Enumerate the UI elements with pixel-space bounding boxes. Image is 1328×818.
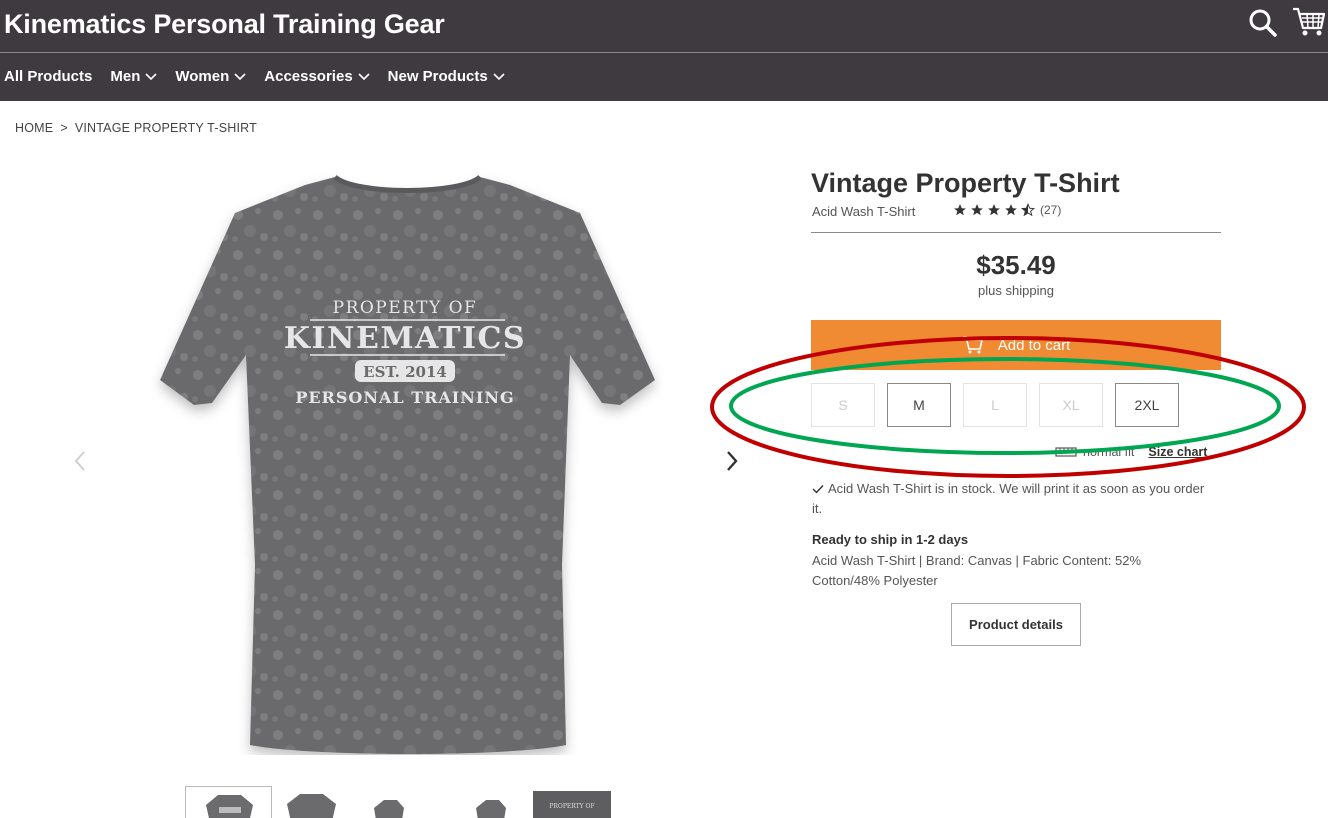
nav-item-label: New Products xyxy=(387,68,488,85)
rating-stars[interactable]: (27) xyxy=(952,203,1061,217)
checkmark-icon xyxy=(812,485,824,494)
stock-message-text: Acid Wash T-Shirt is in stock. We will p… xyxy=(812,481,1205,516)
star-icon xyxy=(954,204,966,216)
main-nav: All Products Men Women Accessories New P… xyxy=(4,68,523,85)
nav-item-label: Men xyxy=(110,68,141,85)
title-divider xyxy=(811,232,1221,233)
nav-item-women[interactable]: Women xyxy=(175,68,246,85)
nav-item-label: All Products xyxy=(4,68,93,85)
thumbnail-strip: PROPERTY OF xyxy=(185,786,620,818)
header-divider xyxy=(0,52,1328,53)
chevron-down-icon xyxy=(234,72,246,80)
breadcrumb-current: VINTAGE PROPERTY T-SHIRT xyxy=(74,121,257,135)
breadcrumb-home[interactable]: HOME xyxy=(15,121,53,135)
size-option-m[interactable]: M xyxy=(887,383,951,427)
star-icon xyxy=(1005,204,1017,216)
star-icon xyxy=(988,204,1000,216)
star-half-icon xyxy=(1020,203,1036,217)
thumbnail-front[interactable] xyxy=(185,786,272,818)
size-selector: S M L XL 2XL xyxy=(811,383,1191,427)
cart-icon xyxy=(962,336,983,354)
size-option-s[interactable]: S xyxy=(811,383,875,427)
shirt-graphic-line4: PERSONAL TRAINING xyxy=(295,388,514,407)
nav-item-men[interactable]: Men xyxy=(110,68,157,85)
product-description: Acid Wash T-Shirt | Brand: Canvas | Fabr… xyxy=(812,553,1142,588)
fit-info: normal fit Size chart xyxy=(1055,445,1207,459)
gallery-prev-arrow-icon[interactable] xyxy=(70,448,90,474)
shirt-graphic-line3: EST. 2014 xyxy=(363,363,447,381)
fit-label: normal fit xyxy=(1083,445,1135,459)
product-price: $35.49 xyxy=(976,250,1056,280)
cart-icon[interactable] xyxy=(1292,6,1326,38)
star-icon xyxy=(971,204,983,216)
size-option-l[interactable]: L xyxy=(963,383,1027,427)
site-header: Kinematics Personal Training Gear All Pr… xyxy=(0,0,1328,101)
product-image[interactable]: PROPERTY OF KINEMATICS EST. 2014 PERSONA… xyxy=(150,165,665,755)
chevron-down-icon xyxy=(358,72,370,80)
size-option-xl[interactable]: XL xyxy=(1039,383,1103,427)
add-to-cart-button[interactable]: Add to cart xyxy=(811,320,1221,370)
nav-item-label: Women xyxy=(175,68,230,85)
nav-item-label: Accessories xyxy=(264,68,353,85)
breadcrumb-separator: > xyxy=(60,121,68,135)
stock-message: Acid Wash T-Shirt is in stock. We will p… xyxy=(812,479,1212,519)
thumbnail-side[interactable] xyxy=(359,786,446,818)
product-title: Vintage Property T-Shirt xyxy=(811,168,1120,198)
chevron-down-icon xyxy=(145,72,157,80)
gallery-next-arrow-icon[interactable] xyxy=(722,448,742,474)
product-type[interactable]: Acid Wash T-Shirt xyxy=(812,204,915,219)
thumbnail-back[interactable] xyxy=(272,786,359,818)
store-title[interactable]: Kinematics Personal Training Gear xyxy=(4,9,445,40)
size-chart-link[interactable]: Size chart xyxy=(1148,445,1207,459)
nav-item-new-products[interactable]: New Products xyxy=(388,68,505,85)
thumbnail-detail-text: PROPERTY OF xyxy=(549,803,594,810)
size-option-2xl[interactable]: 2XL xyxy=(1115,383,1179,427)
thumbnail-detail[interactable]: PROPERTY OF xyxy=(533,786,620,818)
add-to-cart-label: Add to cart xyxy=(997,336,1071,354)
shirt-graphic-line1: PROPERTY OF xyxy=(333,298,478,318)
review-count[interactable]: (27) xyxy=(1040,203,1061,217)
nav-item-accessories[interactable]: Accessories xyxy=(264,68,370,85)
shirt-graphic-line2: KINEMATICS xyxy=(284,321,526,356)
chevron-down-icon xyxy=(493,72,505,80)
breadcrumb: HOME > VINTAGE PROPERTY T-SHIRT xyxy=(15,121,257,135)
product-details-button[interactable]: Product details xyxy=(951,603,1081,646)
search-icon[interactable] xyxy=(1248,8,1278,38)
nav-item-all-products[interactable]: All Products xyxy=(4,68,92,85)
ship-time-title: Ready to ship in 1-2 days xyxy=(812,532,969,547)
ruler-icon xyxy=(1055,447,1077,457)
shipping-note: plus shipping xyxy=(978,283,1054,298)
thumbnail-side-2[interactable] xyxy=(446,786,533,818)
